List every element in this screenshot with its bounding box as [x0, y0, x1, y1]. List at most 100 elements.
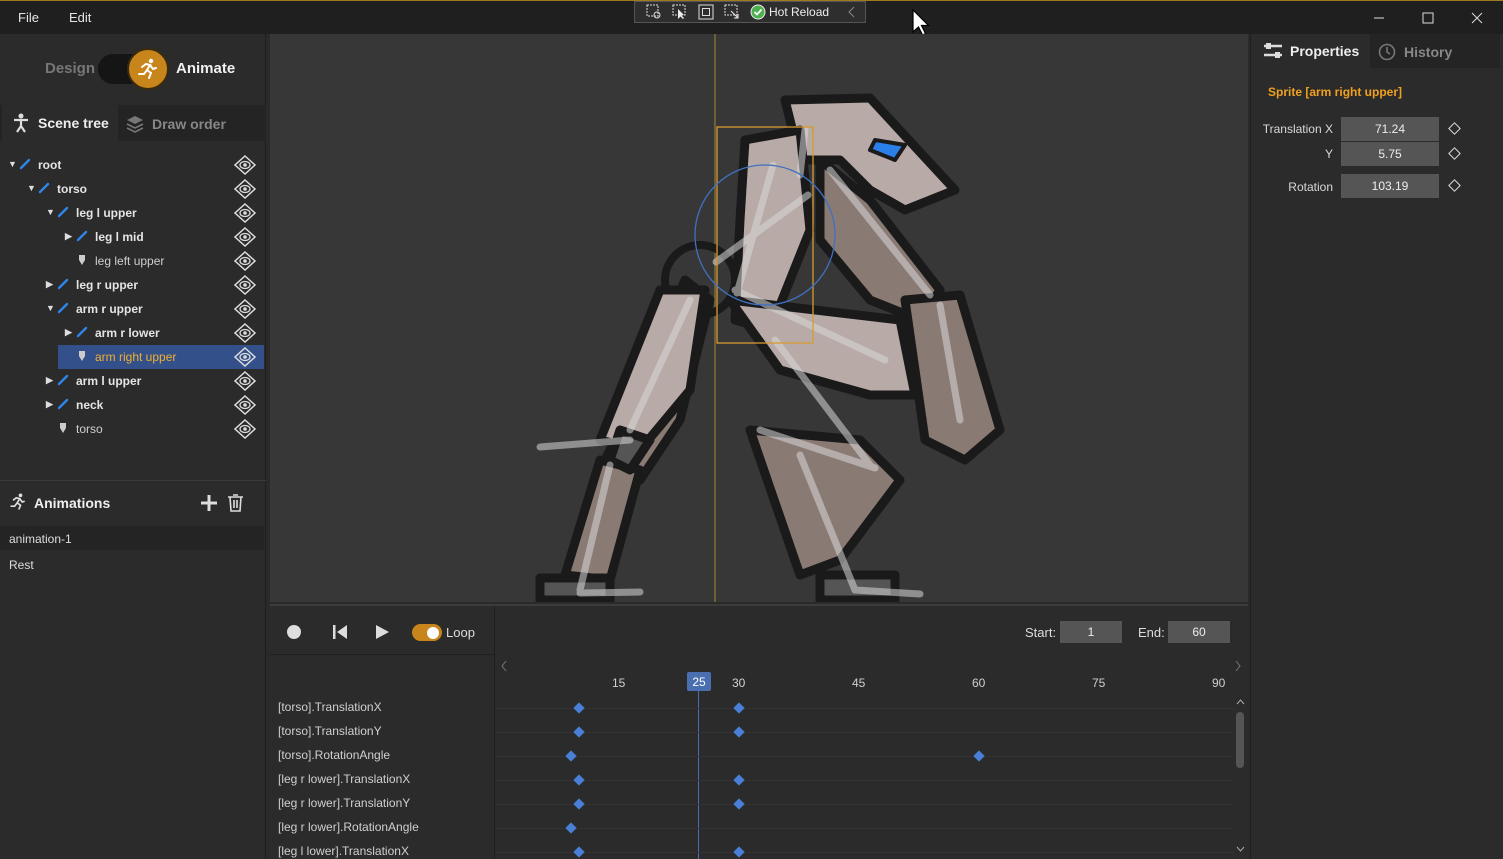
expanded-arrow-icon[interactable]: ▼ [27, 183, 36, 193]
keyframe[interactable] [973, 750, 985, 762]
rewind-button[interactable] [332, 624, 348, 640]
current-frame-marker[interactable]: 25 [687, 672, 711, 691]
tree-item[interactable]: ▼ torso [0, 177, 264, 201]
check-icon[interactable] [749, 4, 767, 20]
track-lane[interactable] [496, 828, 1234, 829]
keyframe[interactable] [573, 702, 585, 714]
close-button[interactable] [1467, 8, 1487, 28]
frame-icon[interactable] [697, 4, 715, 20]
mode-design-label[interactable]: Design [45, 60, 95, 77]
track-label[interactable]: [torso].TranslationX [278, 700, 382, 714]
tab-history[interactable]: History [1370, 34, 1500, 68]
visibility-eye-icon[interactable] [234, 371, 256, 391]
track-lane[interactable] [496, 780, 1234, 781]
chevron-left-icon[interactable] [843, 4, 861, 20]
visibility-eye-icon[interactable] [234, 395, 256, 415]
menu-edit[interactable]: Edit [69, 10, 91, 25]
visibility-eye-icon[interactable] [234, 299, 256, 319]
timeline-scrollbar[interactable] [1236, 712, 1244, 768]
tree-item[interactable]: ▼ root [0, 153, 264, 177]
scroll-down-icon[interactable] [1236, 846, 1245, 853]
track-lane[interactable] [496, 756, 1234, 757]
tree-item[interactable]: ▼ arm r upper [0, 297, 264, 321]
tab-scene-tree[interactable]: Scene tree [2, 105, 118, 141]
track-label[interactable]: [leg r lower].RotationAngle [278, 820, 419, 834]
record-button[interactable] [286, 624, 302, 640]
keyframe[interactable] [565, 750, 577, 762]
collapsed-arrow-icon[interactable]: ▶ [46, 279, 53, 290]
track-label[interactable]: [torso].RotationAngle [278, 748, 390, 762]
keyframe[interactable] [733, 846, 745, 858]
scroll-up-icon[interactable] [1236, 698, 1245, 705]
tree-item[interactable]: ▶ leg r upper [0, 273, 264, 297]
visibility-eye-icon[interactable] [234, 179, 256, 199]
loop-toggle[interactable] [412, 624, 442, 641]
expanded-arrow-icon[interactable]: ▼ [46, 303, 55, 313]
collapsed-arrow-icon[interactable]: ▶ [65, 231, 72, 242]
collapsed-arrow-icon[interactable]: ▶ [46, 375, 53, 386]
track-label[interactable]: [leg l lower].TranslationX [278, 844, 409, 858]
visibility-eye-icon[interactable] [234, 347, 256, 367]
animation-item-selected[interactable]: animation-1 [0, 526, 264, 550]
tree-item[interactable]: ▼ leg l upper [0, 201, 264, 225]
keyframe[interactable] [733, 726, 745, 738]
visibility-eye-icon[interactable] [234, 323, 256, 343]
collapsed-arrow-icon[interactable]: ▶ [46, 399, 53, 410]
track-label[interactable]: [leg r lower].TranslationY [278, 796, 410, 810]
menu-file[interactable]: File [18, 10, 39, 25]
keyframe[interactable] [573, 846, 585, 858]
keyframe[interactable] [573, 774, 585, 786]
start-input[interactable]: 1 [1060, 621, 1122, 643]
minimize-button[interactable] [1369, 8, 1389, 28]
track-lane[interactable] [496, 852, 1234, 853]
tree-item[interactable]: torso [0, 417, 264, 441]
add-animation-button[interactable] [200, 494, 218, 512]
keyframe[interactable] [733, 774, 745, 786]
rotation-input[interactable]: 103.19 [1341, 174, 1439, 198]
tree-item[interactable]: arm right upper [58, 345, 264, 369]
track-lane[interactable] [496, 708, 1234, 709]
scroll-right-icon[interactable] [1234, 660, 1242, 672]
trash-icon[interactable] [227, 494, 244, 512]
animation-item[interactable]: Rest [0, 553, 264, 577]
tree-item[interactable]: ▶ arm l upper [0, 369, 264, 393]
keyframe[interactable] [573, 726, 585, 738]
end-input[interactable]: 60 [1168, 621, 1230, 643]
pointer-icon[interactable] [671, 4, 689, 20]
scene-viewport[interactable] [270, 34, 1248, 605]
visibility-eye-icon[interactable] [234, 251, 256, 271]
expanded-arrow-icon[interactable]: ▼ [8, 159, 17, 169]
maximize-button[interactable] [1418, 8, 1438, 28]
select-settings-icon[interactable] [645, 4, 663, 20]
translation-y-input[interactable]: 5.75 [1341, 142, 1439, 166]
track-label[interactable]: [torso].TranslationY [278, 724, 382, 738]
tab-draw-order[interactable]: Draw order [120, 105, 260, 141]
track-lane[interactable] [496, 804, 1234, 805]
expanded-arrow-icon[interactable]: ▼ [46, 207, 55, 217]
playhead-line[interactable] [698, 691, 699, 859]
tree-item[interactable]: ▶ arm r lower [0, 321, 264, 345]
collapsed-arrow-icon[interactable]: ▶ [65, 327, 72, 338]
visibility-eye-icon[interactable] [234, 275, 256, 295]
visibility-eye-icon[interactable] [234, 203, 256, 223]
track-label[interactable]: [leg r lower].TranslationX [278, 772, 410, 786]
tree-item[interactable]: ▶ neck [0, 393, 264, 417]
tree-item[interactable]: leg left upper [0, 249, 264, 273]
hot-reload-label[interactable]: Hot Reload [769, 5, 829, 19]
tab-properties[interactable]: Properties [1252, 34, 1370, 68]
visibility-eye-icon[interactable] [234, 419, 256, 439]
visibility-eye-icon[interactable] [234, 227, 256, 247]
mode-animate-label[interactable]: Animate [176, 60, 235, 77]
keyframe[interactable] [565, 822, 577, 834]
track-lane[interactable] [496, 732, 1234, 733]
animate-toggle-knob[interactable] [127, 48, 169, 90]
scroll-left-icon[interactable] [500, 660, 508, 672]
visibility-eye-icon[interactable] [234, 155, 256, 175]
keyframe[interactable] [573, 798, 585, 810]
keyframe[interactable] [733, 798, 745, 810]
translation-x-input[interactable]: 71.24 [1341, 117, 1439, 141]
play-button[interactable] [374, 624, 390, 640]
transform-icon[interactable] [723, 4, 741, 20]
keyframe[interactable] [733, 702, 745, 714]
tree-item[interactable]: ▶ leg l mid [0, 225, 264, 249]
